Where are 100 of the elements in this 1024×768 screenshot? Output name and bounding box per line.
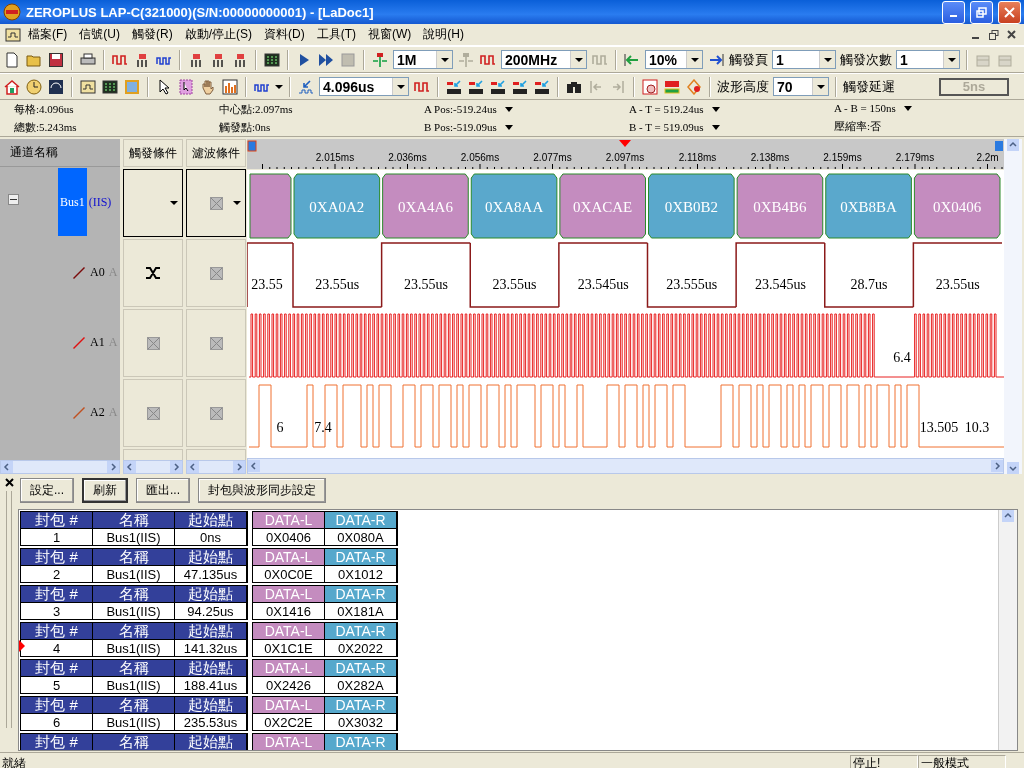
menu-item[interactable]: 說明(H) bbox=[417, 26, 470, 43]
close-button[interactable] bbox=[998, 0, 1021, 24]
save-icon[interactable] bbox=[48, 51, 64, 68]
vertical-scrollbar[interactable] bbox=[1004, 139, 1022, 474]
trigger-position-dropdown[interactable]: 10% bbox=[645, 50, 703, 69]
condition-dropdown[interactable] bbox=[186, 169, 246, 237]
table-cell: Bus1(IIS) bbox=[93, 565, 175, 582]
channel-name[interactable]: A2 bbox=[90, 404, 105, 420]
time-ruler[interactable] bbox=[247, 139, 1004, 169]
status-text: 停止! bbox=[850, 754, 918, 768]
horizontal-scrollbar[interactable] bbox=[247, 458, 1004, 474]
cursor-a-marker-icon[interactable] bbox=[247, 140, 257, 152]
wave-height-dropdown[interactable]: 70 bbox=[773, 77, 829, 96]
marker-bar-icon[interactable] bbox=[468, 78, 484, 95]
dont-care-icon[interactable] bbox=[209, 336, 223, 350]
cursor-icon[interactable] bbox=[298, 78, 314, 95]
table-cell: Bus1(IIS) bbox=[93, 713, 175, 730]
column-header: DATA-L bbox=[253, 660, 325, 676]
sample-rate-dropdown[interactable]: 200MHz bbox=[501, 50, 587, 69]
horizontal-scrollbar[interactable] bbox=[186, 460, 246, 474]
run-repeat-icon[interactable] bbox=[318, 51, 334, 68]
table-cell: Bus1(IIS) bbox=[93, 528, 175, 545]
bar-chart-icon[interactable] bbox=[222, 78, 238, 95]
marker-bar-icon[interactable] bbox=[534, 78, 550, 95]
grid-icon[interactable] bbox=[102, 78, 118, 95]
table-cell: 47.135us bbox=[175, 565, 247, 582]
channel-name[interactable]: A0 bbox=[90, 264, 105, 280]
bus-data-segment: 0X0406 bbox=[913, 173, 1001, 239]
select-icon[interactable] bbox=[178, 78, 194, 95]
caret-icon[interactable] bbox=[275, 84, 283, 89]
probe-icon[interactable] bbox=[232, 51, 248, 68]
dropdown-arrow-icon[interactable] bbox=[711, 106, 720, 112]
toolbar-button[interactable]: 刷新 bbox=[82, 478, 128, 503]
bus-icon[interactable] bbox=[664, 78, 680, 95]
meter-icon[interactable] bbox=[48, 78, 64, 95]
zoom-in-icon[interactable] bbox=[624, 51, 640, 68]
menu-item[interactable]: 觸發(R) bbox=[126, 26, 179, 43]
toolbar-button[interactable]: 設定... bbox=[20, 478, 74, 503]
dont-care-icon[interactable] bbox=[146, 336, 160, 350]
home-icon[interactable] bbox=[4, 78, 20, 95]
menu-item[interactable]: 工具(T) bbox=[310, 26, 362, 43]
horizontal-scrollbar[interactable] bbox=[123, 460, 183, 474]
column-header: 名稱 bbox=[93, 697, 175, 713]
trigger-page-dropdown[interactable]: 1 bbox=[772, 50, 836, 69]
dropdown-arrow-icon[interactable] bbox=[711, 124, 720, 130]
trigger-count-dropdown[interactable]: 1 bbox=[896, 50, 960, 69]
dont-care-icon[interactable] bbox=[209, 406, 223, 420]
restore-button[interactable] bbox=[970, 0, 993, 24]
clock-window-icon[interactable] bbox=[642, 78, 658, 95]
memory-dropdown[interactable]: 1M bbox=[393, 50, 453, 69]
dropdown-arrow-icon[interactable] bbox=[504, 106, 513, 112]
swap-icon[interactable] bbox=[686, 78, 702, 95]
probe-icon[interactable] bbox=[188, 51, 204, 68]
print-icon[interactable] bbox=[80, 51, 96, 68]
new-file-icon[interactable] bbox=[4, 51, 20, 68]
dont-care-icon[interactable] bbox=[146, 406, 160, 420]
marker-bar-icon[interactable] bbox=[512, 78, 528, 95]
menu-item[interactable]: 資料(D) bbox=[258, 26, 311, 43]
close-icon[interactable] bbox=[4, 478, 14, 487]
menu-item[interactable]: 檔案(F) bbox=[22, 26, 74, 43]
clock-icon[interactable] bbox=[26, 78, 42, 95]
toolbar-button[interactable]: 匯出... bbox=[136, 478, 191, 503]
menu-item[interactable]: 視窗(W) bbox=[362, 26, 418, 43]
menu-item[interactable]: 啟動/停止(S) bbox=[178, 26, 258, 43]
time-tick-label: 2.036ms bbox=[388, 152, 427, 163]
bus-data-segment: 0XB4B6 bbox=[736, 173, 824, 239]
horizontal-scrollbar[interactable] bbox=[0, 460, 120, 474]
dont-care-icon[interactable] bbox=[209, 266, 223, 280]
channel-name[interactable]: Bus1 bbox=[58, 168, 87, 236]
vertical-scrollbar[interactable] bbox=[998, 510, 1017, 750]
channel-name[interactable]: A1 bbox=[90, 334, 105, 350]
toolbar-button[interactable]: 封包與波形同步設定 bbox=[198, 478, 327, 503]
marker-bar-icon[interactable] bbox=[490, 78, 506, 95]
edge-trigger-icon[interactable] bbox=[146, 267, 160, 279]
time-per-division-dropdown[interactable]: 4.096us bbox=[319, 77, 409, 96]
zoom-out-icon[interactable] bbox=[708, 51, 724, 68]
column-header: DATA-L bbox=[253, 549, 325, 565]
probe-icon[interactable] bbox=[210, 51, 226, 68]
marker-icon[interactable] bbox=[458, 51, 474, 68]
close-icon bbox=[1004, 6, 1015, 18]
time-tick-label: 2.118ms bbox=[678, 152, 717, 163]
column-header: 名稱 bbox=[93, 623, 175, 639]
column-header: 起始點 bbox=[175, 586, 247, 602]
dropdown-arrow-icon[interactable] bbox=[504, 124, 513, 130]
marker-icon[interactable] bbox=[372, 51, 388, 68]
bus-data-segment: 0XA8AA bbox=[470, 173, 558, 239]
waveform-window-icon[interactable] bbox=[80, 78, 96, 95]
pointer-icon[interactable] bbox=[156, 78, 172, 95]
column-header: 名稱 bbox=[93, 734, 175, 750]
menu-item[interactable]: 信號(U) bbox=[73, 26, 126, 43]
collapse-icon[interactable] bbox=[8, 194, 19, 205]
time-tick-label: 2.179ms bbox=[895, 152, 935, 163]
hand-icon[interactable] bbox=[200, 78, 216, 95]
cursor-b-marker-icon[interactable] bbox=[995, 141, 1003, 151]
minimize-button[interactable] bbox=[942, 0, 965, 24]
dropdown-arrow-icon[interactable] bbox=[903, 105, 912, 111]
restore-icon[interactable] bbox=[986, 27, 1002, 42]
marker-bar-icon[interactable] bbox=[446, 78, 462, 95]
bus-data-segment: 0XACAE bbox=[559, 173, 646, 239]
condition-dropdown[interactable] bbox=[123, 169, 183, 237]
